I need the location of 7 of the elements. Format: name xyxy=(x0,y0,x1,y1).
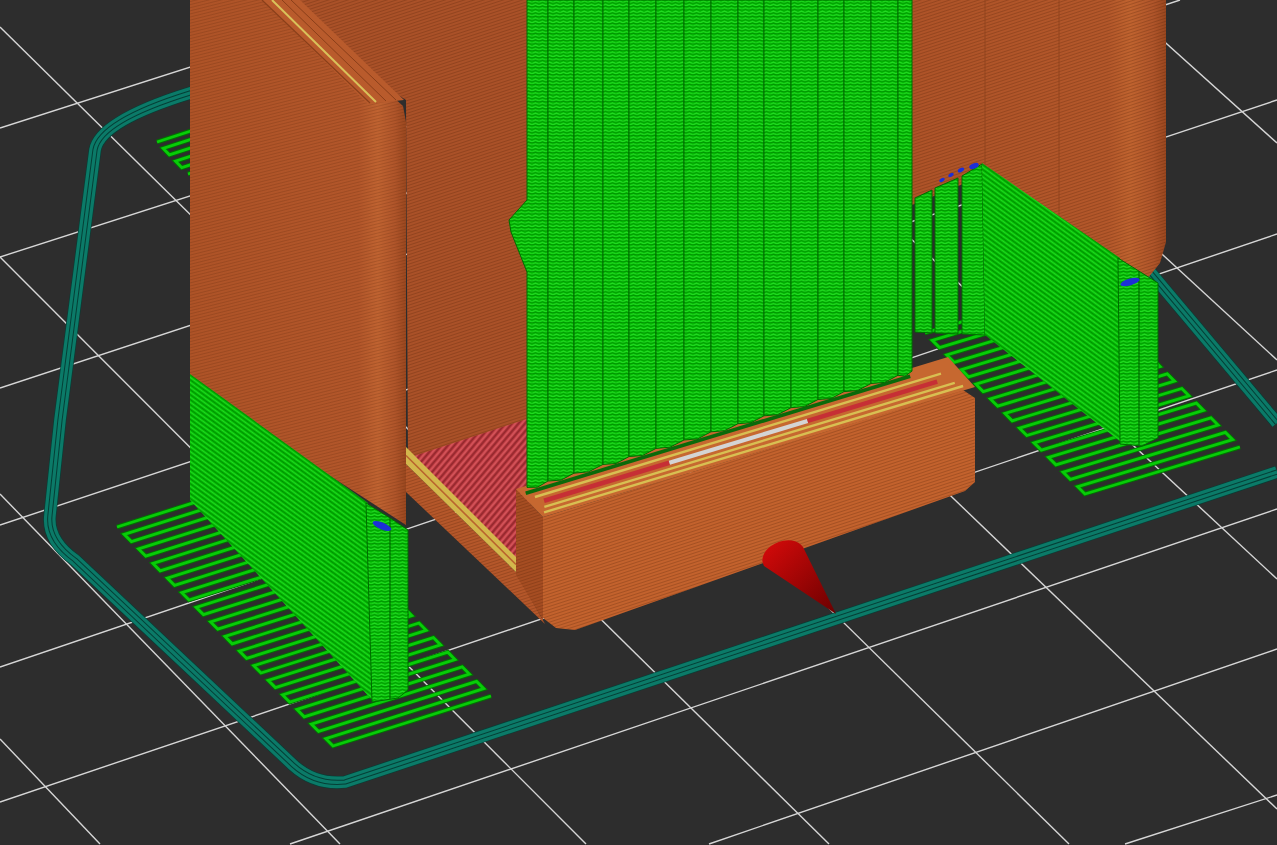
marker-icon xyxy=(957,167,965,173)
cone-icon xyxy=(762,540,836,614)
marker-icon xyxy=(948,172,954,178)
marker-icon xyxy=(969,163,979,169)
marker-icon xyxy=(1120,277,1140,287)
marker-icon xyxy=(372,521,392,531)
marker-icon xyxy=(939,177,945,183)
